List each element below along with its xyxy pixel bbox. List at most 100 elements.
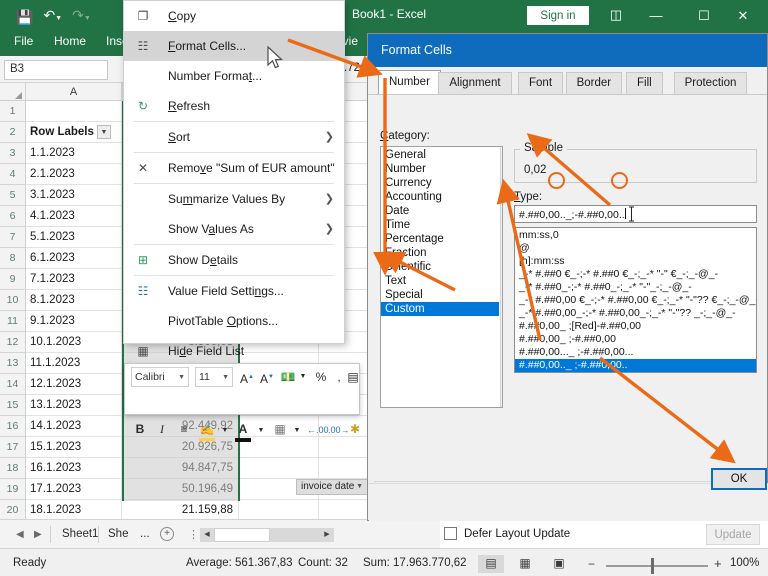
italic-icon[interactable]: I	[155, 420, 169, 438]
context-menu-item[interactable]: Summarize Values By❯	[124, 184, 344, 214]
row-header[interactable]: 9	[0, 269, 26, 290]
category-item[interactable]: Fraction	[381, 246, 499, 260]
context-menu-item[interactable]: ☷Value Field Settings...	[124, 276, 344, 306]
page-break-preview-icon[interactable]: ▣	[546, 555, 572, 573]
nav-next-icon[interactable]: ▶	[34, 529, 42, 540]
row-header[interactable]: 6	[0, 206, 26, 227]
pivot-field-invoice-date[interactable]: ▼ invoice date	[296, 479, 368, 495]
grow-font-icon[interactable]: A▲	[239, 368, 255, 388]
increase-decimal-icon[interactable]: ←.00	[307, 421, 325, 439]
type-item[interactable]: mm:ss,0	[515, 229, 756, 242]
context-menu-item[interactable]: Show Values As❯	[124, 214, 344, 244]
cell-date[interactable]: 2.1.2023	[26, 164, 122, 184]
context-menu-item[interactable]: ☷Format Cells...	[124, 31, 344, 61]
decrease-decimal-icon[interactable]: .00→	[328, 421, 346, 439]
context-menu-item[interactable]: PivotTable Options...	[124, 306, 344, 336]
borders-icon[interactable]: ▦	[272, 420, 288, 438]
category-item[interactable]: Scientific	[381, 260, 499, 274]
cell-date[interactable]	[26, 101, 122, 121]
scroll-right-icon[interactable]: ▶	[320, 528, 334, 542]
row-header[interactable]: 8	[0, 248, 26, 269]
context-menu-item[interactable]: Sort❯	[124, 122, 344, 152]
row-header[interactable]: 3	[0, 143, 26, 164]
cell-date[interactable]: 16.1.2023	[26, 458, 122, 478]
status-average[interactable]: Average: 561.367,83	[186, 557, 293, 569]
ok-button[interactable]: OK	[711, 468, 767, 490]
cell-date[interactable]: 10.1.2023	[26, 332, 122, 352]
dialog-tab-alignment[interactable]: Alignment	[438, 72, 511, 95]
shrink-font-icon[interactable]: A▼	[259, 368, 275, 388]
mini-format-toolbar[interactable]: Calibri ▼ 11 ▼ A▲ A▼ 💵 ▼ % , ▤ B I ≡ ✍ ▼…	[124, 363, 360, 415]
cell-date[interactable]: 14.1.2023	[26, 416, 122, 436]
category-item[interactable]: General	[381, 148, 499, 162]
normal-view-icon[interactable]: ▤	[478, 555, 504, 573]
undo-icon[interactable]: ↶▼	[43, 6, 62, 28]
ribbon-display-options-icon[interactable]: ◫	[607, 7, 625, 23]
row-header[interactable]: 5	[0, 185, 26, 206]
category-item[interactable]: Currency	[381, 176, 499, 190]
sheet-tab-she[interactable]: She	[108, 528, 128, 540]
context-menu-item[interactable]: ⊞Show Details	[124, 245, 344, 275]
format-painter-icon[interactable]: ✱	[348, 420, 362, 438]
font-name-combo[interactable]: Calibri ▼	[131, 367, 189, 387]
increase-indent-icon[interactable]: ▤	[346, 368, 360, 386]
type-item[interactable]: _-* #.##0,00_-;-* #.##0,00_-;_-* "-"?? _…	[515, 307, 756, 320]
type-item[interactable]: _-* #.##0_-;-* #.##0_-;_-* "-"_-;_-@_-	[515, 281, 756, 294]
tab-split-handle[interactable]: ⋮	[188, 528, 199, 541]
add-sheet-icon[interactable]: +	[160, 527, 174, 541]
dialog-tab-border[interactable]: Border	[566, 72, 623, 95]
ribbon-tab-home[interactable]: Home	[54, 34, 86, 48]
context-menu-item[interactable]: ↻Refresh	[124, 91, 344, 121]
dialog-tab-protection[interactable]: Protection	[674, 72, 748, 95]
cell-date[interactable]: 13.1.2023	[26, 395, 122, 415]
page-layout-view-icon[interactable]: ▦	[512, 555, 538, 573]
row-header[interactable]: 1	[0, 101, 26, 122]
category-item[interactable]: Text	[381, 274, 499, 288]
filter-dropdown-icon[interactable]: ▼	[97, 125, 111, 139]
cell-date[interactable]: 4.1.2023	[26, 206, 122, 226]
cell-date[interactable]: 11.1.2023	[26, 353, 122, 373]
cell-date[interactable]: 15.1.2023	[26, 437, 122, 457]
dialog-tab-fill[interactable]: Fill	[626, 72, 663, 95]
chevron-down-icon[interactable]: ▼	[220, 422, 230, 440]
type-item[interactable]: #.##0,00_ ;-#.##0,00	[515, 333, 756, 346]
row-header[interactable]: 7	[0, 227, 26, 248]
font-color-icon[interactable]: A	[235, 420, 251, 442]
row-header[interactable]: 2	[0, 122, 26, 143]
redo-icon[interactable]: ↷▼	[72, 6, 91, 28]
context-menu-item[interactable]: Number Format...	[124, 61, 344, 91]
type-item[interactable]: #.##0,00.._ ;-#.##0,00..	[515, 359, 756, 372]
cell-date[interactable]: 9.1.2023	[26, 311, 122, 331]
row-header[interactable]: 18	[0, 458, 26, 479]
ribbon-tab-file[interactable]: File	[14, 34, 33, 48]
row-header[interactable]: 17	[0, 437, 26, 458]
defer-layout-update-row[interactable]: Defer Layout Update	[444, 527, 570, 540]
maximize-button[interactable]: ☐	[692, 6, 716, 26]
cell-amount[interactable]: 94.847,75	[122, 458, 238, 478]
fill-color-icon[interactable]: ✍	[199, 420, 215, 441]
dialog-tab-bar[interactable]: NumberAlignmentFontBorderFillProtection	[368, 70, 767, 95]
name-box[interactable]: B3	[4, 60, 108, 80]
type-item[interactable]: #.##0,00..._ ;-#.##0,00...	[515, 346, 756, 359]
category-item[interactable]: Custom	[381, 302, 499, 316]
type-item[interactable]: #.##0,00._ ;-#.##0,00.	[515, 372, 756, 373]
category-item[interactable]: Time	[381, 218, 499, 232]
zoom-slider-thumb[interactable]	[651, 558, 654, 574]
column-header-a[interactable]: A	[26, 83, 122, 101]
cell-date[interactable]: 5.1.2023	[26, 227, 122, 247]
row-header[interactable]: 11	[0, 311, 26, 332]
format-cells-dialog[interactable]: Format Cells NumberAlignmentFontBorderFi…	[367, 33, 768, 521]
select-all-corner[interactable]	[0, 83, 26, 101]
chevron-down-icon[interactable]: ▼	[256, 422, 266, 440]
row-header[interactable]: 12	[0, 332, 26, 353]
type-item[interactable]: [h]:mm:ss	[515, 255, 756, 268]
chevron-down-icon[interactable]: ▼	[292, 422, 302, 440]
category-item[interactable]: Number	[381, 162, 499, 176]
nav-prev-icon[interactable]: ◀	[16, 529, 24, 540]
cell-c[interactable]	[238, 458, 318, 478]
row-header[interactable]: 13	[0, 353, 26, 374]
cell-date[interactable]: 6.1.2023	[26, 248, 122, 268]
row-header[interactable]: 4	[0, 164, 26, 185]
zoom-slider-track[interactable]	[606, 565, 708, 567]
type-item[interactable]: _-* #.##0 €_-;-* #.##0 €_-;_-* "-" €_-;_…	[515, 268, 756, 281]
